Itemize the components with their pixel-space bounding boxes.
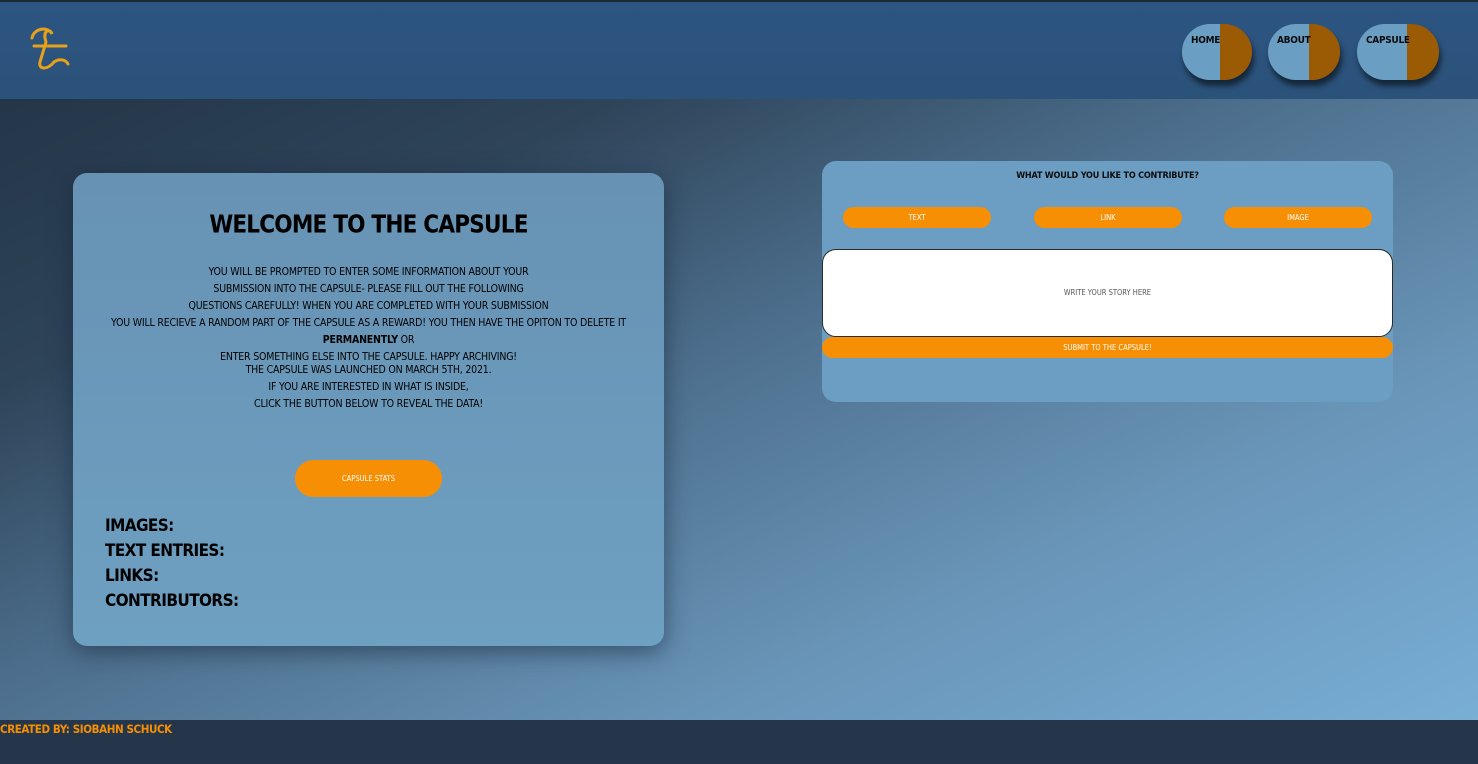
- type-text-button[interactable]: Text: [843, 207, 991, 228]
- intro-line: You will be prompted to enter some infor…: [208, 266, 529, 278]
- footer-credit: Created By: Siobahn Schuck: [0, 722, 172, 736]
- stat-links-label: Links:: [105, 566, 159, 586]
- nav-home-button[interactable]: HOME: [1182, 24, 1252, 80]
- welcome-title: Welcome to the Capsule: [209, 209, 528, 239]
- top-navigation-bar: HOME ABOUT CAPSULE: [0, 0, 1478, 99]
- launch-line: The capsule was launched on March 5th, 2…: [245, 364, 492, 376]
- intro-line: questions carefully! When you are comple…: [188, 300, 549, 312]
- submit-button[interactable]: Submit to the Capsule!: [822, 337, 1393, 358]
- welcome-instructions: You will be prompted to enter some infor…: [87, 264, 650, 366]
- nav-pill-right: [1407, 24, 1439, 80]
- stat-images-label: Images:: [105, 516, 174, 536]
- nav-pill-left: [1268, 24, 1309, 80]
- welcome-card: Welcome to the Capsule You will be promp…: [73, 173, 664, 646]
- nav-pill-right: [1309, 24, 1340, 80]
- stat-contributors-label: Contributors:: [105, 591, 239, 611]
- intro-line: submission into the capsule- please fill…: [213, 283, 524, 295]
- nav-about-button[interactable]: ABOUT: [1268, 24, 1340, 80]
- intro-emphasis: permanently: [322, 334, 398, 346]
- story-input[interactable]: Write your story here: [822, 249, 1393, 337]
- nav-home-label: HOME: [1191, 35, 1221, 46]
- stats-list: Images: Text Entries: Links: Contributor…: [105, 514, 239, 614]
- nav-pill-right: [1220, 24, 1252, 80]
- nav-capsule-label: CAPSULE: [1366, 35, 1410, 46]
- launch-line: If you are interested in what is inside,: [268, 381, 469, 393]
- launch-info: The capsule was launched on March 5th, 2…: [87, 362, 650, 413]
- nav-capsule-button[interactable]: CAPSULE: [1357, 24, 1439, 80]
- nav-pill-left: [1182, 24, 1220, 80]
- capsule-stats-button[interactable]: Capsule Stats: [295, 460, 442, 497]
- logo-icon[interactable]: [26, 24, 72, 74]
- launch-line: click the button below to reveal the dat…: [254, 398, 483, 410]
- intro-line: You will recieve a random part of the ca…: [111, 317, 626, 329]
- nav-about-label: ABOUT: [1277, 35, 1311, 46]
- contribute-title: What would you like to contribute?: [1016, 171, 1199, 181]
- type-link-button[interactable]: Link: [1034, 207, 1182, 228]
- nav-pill-left: [1357, 24, 1407, 80]
- contribute-card: What would you like to contribute? Text …: [822, 161, 1393, 402]
- stat-text-entries-label: Text Entries:: [105, 541, 225, 561]
- type-image-button[interactable]: Image: [1224, 207, 1372, 228]
- intro-line: or: [400, 334, 415, 346]
- footer: Created By: Siobahn Schuck: [0, 720, 1478, 764]
